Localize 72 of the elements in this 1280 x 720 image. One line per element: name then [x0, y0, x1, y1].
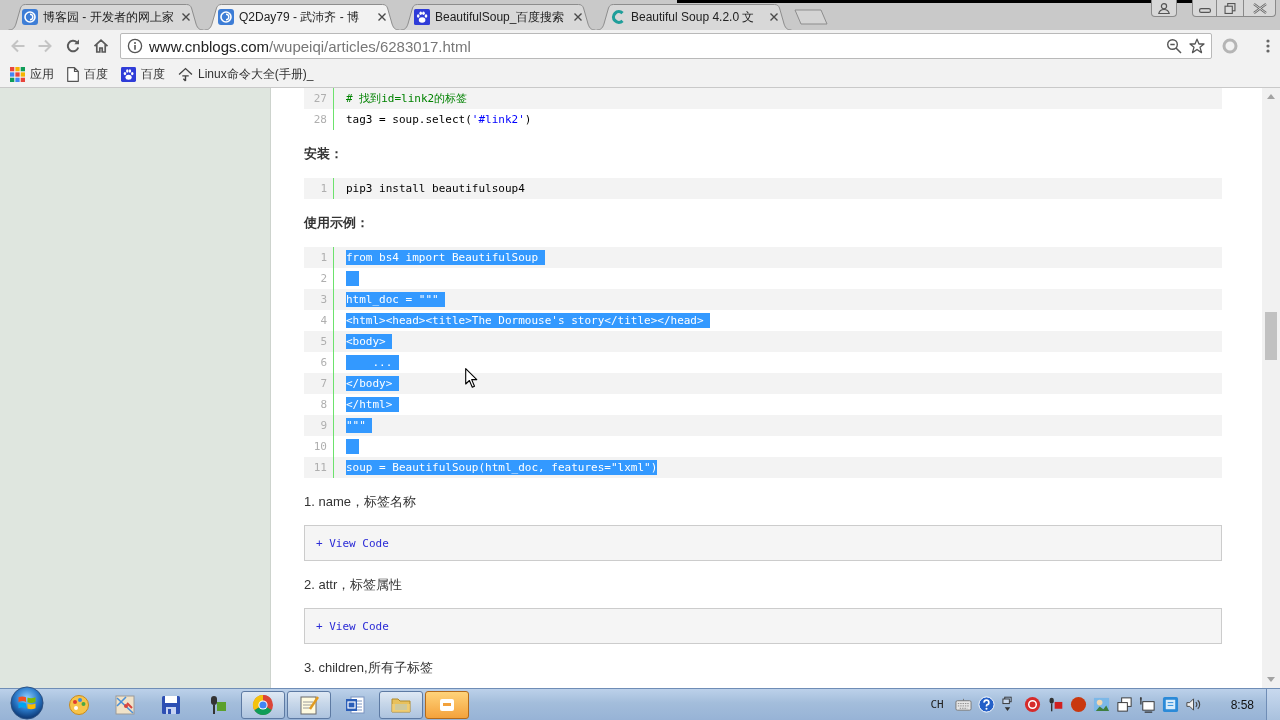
palette-icon: [68, 693, 90, 716]
help-icon[interactable]: [977, 696, 995, 713]
taskbar-button[interactable]: [287, 690, 331, 719]
close-tab-icon[interactable]: [769, 12, 779, 22]
taskbar-button[interactable]: [241, 690, 285, 719]
menu-icon[interactable]: [1266, 39, 1270, 53]
line-number: 28: [304, 109, 334, 130]
code-line: # 找到id=link2的标签: [346, 91, 468, 106]
section-heading: 使用示例：: [304, 214, 370, 232]
color-wheel-icon: [252, 693, 274, 716]
paw-icon: [414, 9, 430, 25]
app-tile-icon[interactable]: [1161, 696, 1179, 713]
window-stack-icon[interactable]: [1001, 696, 1013, 713]
c-logo-icon: [610, 9, 626, 25]
bookmark-item[interactable]: 百度: [121, 66, 165, 83]
code-line: pip3 install beautifulsoup4: [346, 181, 525, 196]
page-icon: [67, 67, 79, 82]
paw-icon: [121, 67, 136, 82]
minimize-icon: [1198, 8, 1211, 13]
roof-icon: [178, 67, 193, 82]
reload-icon[interactable]: [65, 38, 81, 54]
line-number: 11: [304, 457, 334, 478]
paragraph-text: 3. children,所有子标签: [304, 659, 434, 677]
browser-tab[interactable]: BeautifulSoup_百度搜索: [400, 4, 596, 30]
windows-overlap-icon[interactable]: [1115, 696, 1133, 713]
close-tab-icon[interactable]: [377, 12, 387, 22]
taskbar-button[interactable]: [379, 690, 423, 719]
start-button[interactable]: [10, 685, 44, 720]
view-code-link[interactable]: + View Code: [316, 619, 389, 633]
bookmark-item[interactable]: 百度: [67, 66, 108, 83]
restore-button[interactable]: [1217, 0, 1244, 17]
user-button[interactable]: [1151, 0, 1177, 17]
restore-icon: [1224, 2, 1236, 14]
document-icon: [344, 693, 366, 716]
home-icon[interactable]: [93, 38, 109, 54]
taskbar-button[interactable]: [425, 690, 469, 719]
ball-icon[interactable]: [1069, 696, 1087, 713]
language-indicator[interactable]: CH: [930, 698, 944, 711]
bookmark-item[interactable]: 应用: [10, 66, 54, 83]
keyboard-icon[interactable]: [954, 696, 972, 713]
speaker-icon[interactable]: [1184, 696, 1202, 713]
minimize-button[interactable]: [1192, 0, 1217, 17]
url-text: www.cnblogs.com/wupeiqi/articles/6283017.html: [149, 37, 472, 55]
network-icon[interactable]: [1138, 696, 1156, 713]
ring-logo-icon: [218, 9, 234, 25]
close-tab-icon[interactable]: [181, 12, 191, 22]
line-number: 1: [304, 178, 334, 199]
close-icon: [1252, 2, 1267, 14]
address-bar[interactable]: www.cnblogs.com/wupeiqi/articles/6283017.html: [120, 33, 1212, 59]
paragraph-text: 2. attr，标签属性: [304, 576, 404, 594]
section-heading: 安装：: [304, 145, 344, 163]
app-badge-icon[interactable]: [1023, 696, 1041, 713]
picture-icon[interactable]: [1092, 696, 1110, 713]
person-icon: [1158, 2, 1170, 14]
notepad-icon: [298, 693, 320, 716]
view-code-link[interactable]: + View Code: [316, 536, 389, 550]
ring-logo-icon: [22, 9, 38, 25]
close-tab-icon[interactable]: [573, 12, 583, 22]
clock-text[interactable]: 8:58: [1230, 697, 1254, 712]
zoom-out-icon[interactable]: [1166, 38, 1182, 54]
code-line: tag3 = soup.select('#link2'): [346, 112, 532, 127]
apps-grid-icon: [10, 67, 25, 82]
browser-tab[interactable]: 博客园 - 开发者的网上家: [8, 4, 204, 30]
close-window-button[interactable]: [1244, 0, 1276, 17]
bookmark-item[interactable]: Linux命令大全(手册)_: [178, 66, 314, 83]
scrollbar-thumb[interactable]: [1265, 312, 1277, 360]
star-icon[interactable]: [1189, 38, 1205, 54]
map-icon: [114, 693, 136, 716]
browser-tab[interactable]: Beautiful Soup 4.2.0 文: [596, 4, 792, 30]
paragraph-text: 1. name，标签名称: [304, 493, 417, 511]
info-icon[interactable]: [127, 38, 143, 54]
browser-tab[interactable]: Q2Day79 - 武沛齐 - 博: [204, 4, 400, 30]
